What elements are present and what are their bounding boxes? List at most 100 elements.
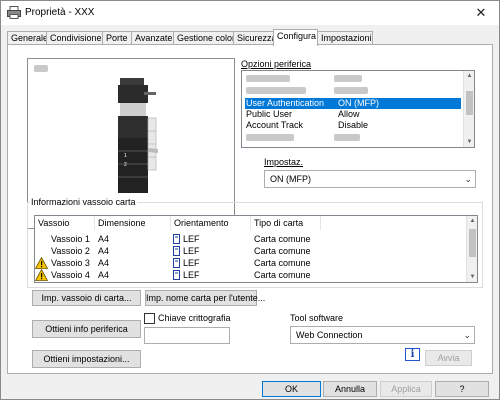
- tray-settings-button[interactable]: Imp. vassoio di carta...: [32, 290, 141, 306]
- tool-software-value: Web Connection: [296, 330, 363, 340]
- title-bar: Proprietà - XXX ✕: [1, 1, 499, 25]
- blurred-model-name: [34, 65, 48, 72]
- page-orientation-icon: [173, 246, 180, 256]
- tray-orientation: LEF: [183, 270, 200, 280]
- setting-label-text: Impostaz.: [264, 157, 304, 167]
- tray-size: A4: [98, 270, 110, 280]
- encryption-key-input[interactable]: [144, 327, 230, 344]
- option-value: ON (MFP): [338, 98, 379, 108]
- tab-avanzate[interactable]: Avanzate: [131, 31, 174, 45]
- svg-text:1: 1: [124, 153, 127, 159]
- setting-select-value: ON (MFP): [270, 174, 311, 184]
- chevron-down-icon: ⌄: [463, 330, 471, 340]
- help-button[interactable]: ?: [435, 381, 489, 397]
- tray-orientation: LEF: [183, 234, 200, 244]
- tray-name: Vassoio 1: [51, 234, 90, 244]
- option-row-user-authentication[interactable]: User Authentication ON (MFP): [245, 98, 461, 109]
- blurred-option-value: [334, 75, 362, 82]
- cancel-button[interactable]: Annulla: [323, 381, 377, 397]
- setting-label: Impostaz.: [264, 157, 303, 167]
- svg-text:2: 2: [124, 162, 127, 168]
- tray-paper-type: Carta comune: [254, 258, 311, 268]
- tray-row[interactable]: Vassoio 1 A4 LEF Carta comune: [35, 233, 465, 245]
- scroll-thumb[interactable]: [469, 229, 476, 257]
- scroll-up-icon[interactable]: ▲: [464, 71, 474, 81]
- scroll-thumb[interactable]: [466, 91, 473, 115]
- tab-configura[interactable]: Configura: [273, 29, 318, 46]
- tray-scrollbar[interactable]: ▲ ▼: [466, 216, 477, 282]
- options-scrollbar[interactable]: ▲ ▼: [463, 71, 474, 147]
- blurred-option-row: [246, 75, 290, 82]
- tray-name: Vassoio 4: [51, 270, 90, 280]
- paper-name-button[interactable]: Imp. nome carta per l'utente...: [145, 290, 265, 306]
- tray-name: Vassoio 2: [51, 246, 90, 256]
- tray-paper-type: Carta comune: [254, 270, 311, 280]
- tab-gestione-colori[interactable]: Gestione colori: [173, 31, 237, 45]
- tray-orientation: LEF: [183, 246, 200, 256]
- encryption-checkbox[interactable]: [144, 313, 155, 324]
- close-button[interactable]: ✕: [469, 4, 493, 22]
- blurred-option-row: [246, 134, 294, 141]
- properties-dialog: Proprietà - XXX ✕ Generale Condivisione …: [0, 0, 500, 400]
- option-name: Public User: [246, 109, 293, 119]
- get-device-info-button[interactable]: Ottieni info periferica: [32, 320, 141, 338]
- warning-icon: [35, 269, 48, 281]
- encryption-label: Chiave crittografia: [158, 313, 231, 323]
- apply-button[interactable]: Applica: [380, 381, 432, 397]
- tray-row[interactable]: Vassoio 4 A4 LEF Carta comune: [35, 269, 465, 281]
- option-row-account-track[interactable]: Account Track Disable: [245, 120, 461, 131]
- tray-list[interactable]: Vassoio Dimensione Orientamento Tipo di …: [34, 215, 478, 283]
- tray-size: A4: [98, 258, 110, 268]
- option-value: Disable: [338, 120, 369, 130]
- setting-select[interactable]: ON (MFP) ⌄: [264, 170, 476, 188]
- tray-size: A4: [98, 234, 110, 244]
- device-options-list[interactable]: User Authentication ON (MFP) Public User…: [241, 70, 475, 148]
- option-value: Allow: [338, 109, 360, 119]
- column-header-vassoio[interactable]: Vassoio: [35, 216, 95, 230]
- scroll-down-icon[interactable]: ▼: [467, 272, 477, 282]
- blurred-option-value: [334, 87, 368, 94]
- configura-panel: 1 2 Opzioni periferica User Authenticati…: [7, 44, 493, 374]
- get-settings-button[interactable]: Ottieni impostazioni...: [32, 350, 141, 368]
- page-orientation-icon: [173, 270, 180, 280]
- tray-paper-type: Carta comune: [254, 234, 311, 244]
- page-orientation-icon: [173, 258, 180, 268]
- tab-sicurezza[interactable]: Sicurezza: [233, 31, 277, 45]
- printer-icon: [7, 6, 21, 19]
- option-row-public-user[interactable]: Public User Allow: [245, 109, 461, 120]
- tab-generale[interactable]: Generale: [7, 31, 48, 45]
- ok-button[interactable]: OK: [262, 381, 321, 397]
- device-options-label: Opzioni periferica: [241, 59, 311, 69]
- option-name: Account Track: [246, 120, 304, 130]
- device-options-label-text: Opzioni periferica: [241, 59, 312, 69]
- option-name: User Authentication: [246, 98, 325, 108]
- tray-size: A4: [98, 246, 110, 256]
- tab-condivisione[interactable]: Condivisione: [46, 31, 103, 45]
- chevron-down-icon: ⌄: [464, 174, 472, 184]
- tray-orientation: LEF: [183, 258, 200, 268]
- page-orientation-icon: [173, 234, 180, 244]
- tray-info-label: Informazioni vassoio carta: [30, 197, 137, 207]
- tray-info-group: Informazioni vassoio carta Vassoio Dimen…: [27, 197, 483, 288]
- tool-software-select[interactable]: Web Connection ⌄: [290, 326, 475, 344]
- tray-paper-type: Carta comune: [254, 246, 311, 256]
- column-header-dimensione[interactable]: Dimensione: [95, 216, 171, 230]
- scroll-up-icon[interactable]: ▲: [467, 216, 477, 226]
- device-image: 1 2: [118, 78, 158, 193]
- column-header-orientamento[interactable]: Orientamento: [171, 216, 251, 230]
- blurred-option-row: [246, 87, 306, 94]
- tray-row[interactable]: Vassoio 3 A4 LEF Carta comune: [35, 257, 465, 269]
- window-title: Proprietà - XXX: [25, 7, 95, 18]
- info-icon[interactable]: i: [405, 348, 420, 361]
- tray-name: Vassoio 3: [51, 258, 90, 268]
- tab-impostazioni[interactable]: Impostazioni: [317, 31, 373, 45]
- tool-software-label: Tool software: [290, 313, 344, 323]
- column-header-tipo[interactable]: Tipo di carta: [251, 216, 321, 230]
- warning-icon: [35, 257, 48, 269]
- tray-row[interactable]: Vassoio 2 A4 LEF Carta comune: [35, 245, 465, 257]
- blurred-option-value: [334, 134, 360, 141]
- tray-info-label-text: Informazioni vassoio carta: [31, 197, 136, 207]
- send-button[interactable]: Avvia: [425, 350, 472, 366]
- tab-porte[interactable]: Porte: [102, 31, 132, 45]
- scroll-down-icon[interactable]: ▼: [464, 137, 474, 147]
